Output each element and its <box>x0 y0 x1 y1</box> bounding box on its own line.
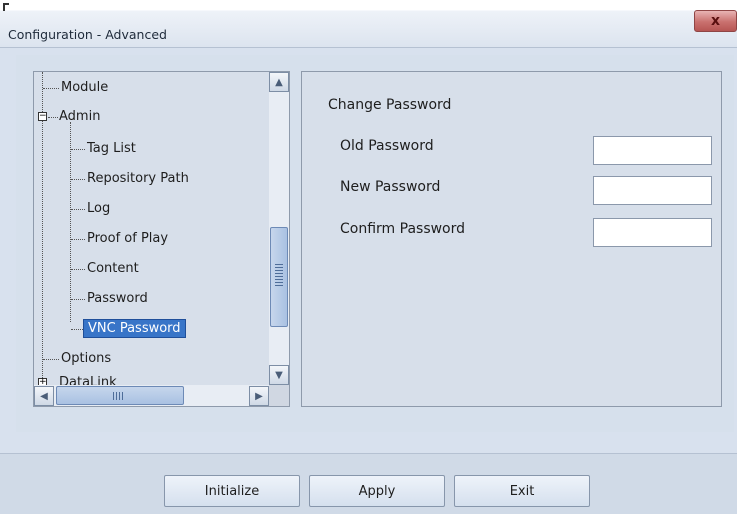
chevron-right-icon: ▶ <box>255 390 263 402</box>
tree-connector <box>71 209 85 210</box>
tree-node-log[interactable]: Log <box>87 199 110 219</box>
confirm-password-field[interactable] <box>593 218 712 247</box>
tree-connector <box>71 329 83 330</box>
chevron-up-icon: ▲ <box>275 76 283 88</box>
close-icon: x <box>710 13 721 29</box>
tree-connector <box>71 239 85 240</box>
expand-icon[interactable]: + <box>38 378 47 385</box>
tree-node-label: Module <box>61 80 109 95</box>
tree-node-label: Options <box>61 351 112 366</box>
scroll-left-button[interactable]: ◀ <box>34 386 54 406</box>
tree-node-proof-of-play[interactable]: Proof of Play <box>87 229 168 249</box>
confirm-password-label: Confirm Password <box>340 221 466 237</box>
horizontal-scroll-thumb[interactable] <box>56 386 184 405</box>
tree-node-admin[interactable]: Admin <box>59 107 100 127</box>
tree-connector <box>43 359 59 360</box>
tree-node-label: Content <box>87 261 139 276</box>
tree-node-label: Log <box>87 201 111 216</box>
section-title: Change Password <box>328 97 452 113</box>
tree-node-content[interactable]: Content <box>87 259 139 279</box>
tree-connector <box>71 179 85 180</box>
tree-node-module[interactable]: Module <box>61 78 108 98</box>
vertical-scroll-thumb[interactable] <box>270 227 288 327</box>
apply-button[interactable]: Apply <box>309 475 445 507</box>
close-button[interactable]: x <box>694 10 737 32</box>
configuration-window: Configuration - Advanced x Module − Admi… <box>0 0 737 514</box>
tree-node-label: VNC Password <box>83 319 186 338</box>
tree-connector <box>43 88 59 89</box>
tree-node-label: DataLink <box>59 375 117 385</box>
password-panel: Change Password Old Password New Passwor… <box>301 71 722 407</box>
tree-node-repository-path[interactable]: Repository Path <box>87 169 189 189</box>
exit-button[interactable]: Exit <box>454 475 590 507</box>
title-bar: Configuration - Advanced x <box>0 0 737 48</box>
tree-body: Module − Admin Tag List Repository Path … <box>34 72 269 385</box>
tree-node-label: Proof of Play <box>87 231 169 246</box>
initialize-button[interactable]: Initialize <box>164 475 300 507</box>
old-password-label: Old Password <box>340 138 434 154</box>
navigation-tree: Module − Admin Tag List Repository Path … <box>33 71 290 407</box>
old-password-field[interactable] <box>593 136 712 165</box>
scroll-right-button[interactable]: ▶ <box>249 386 269 406</box>
tree-admin-line <box>70 122 71 322</box>
tree-node-tag-list[interactable]: Tag List <box>87 139 136 159</box>
tree-node-label: Password <box>87 291 148 306</box>
tree-horizontal-scrollbar[interactable]: ◀ ▶ <box>34 385 269 406</box>
chevron-down-icon: ▼ <box>275 369 283 381</box>
scroll-down-button[interactable]: ▼ <box>269 365 289 385</box>
tree-connector <box>71 149 85 150</box>
grip-icon <box>113 392 125 400</box>
tree-node-label: Admin <box>59 109 101 124</box>
window-corner-icon <box>3 3 9 11</box>
window-title: Configuration - Advanced <box>8 27 167 42</box>
tree-connector <box>71 299 85 300</box>
tree-node-label: Repository Path <box>87 171 189 186</box>
collapse-icon[interactable]: − <box>38 112 47 121</box>
tree-node-vnc-password[interactable]: VNC Password <box>83 319 186 339</box>
tree-node-datalink[interactable]: DataLink <box>59 373 117 385</box>
tree-connector <box>71 269 85 270</box>
tree-connector <box>48 117 58 118</box>
tree-vertical-scrollbar[interactable]: ▲ ▼ <box>269 72 289 385</box>
tree-node-label: Tag List <box>87 141 136 156</box>
new-password-label: New Password <box>340 179 441 195</box>
new-password-field[interactable] <box>593 176 712 205</box>
scroll-corner <box>269 385 289 406</box>
grip-icon <box>275 264 283 286</box>
chevron-left-icon: ◀ <box>40 390 48 402</box>
tree-node-password[interactable]: Password <box>87 289 148 309</box>
scroll-up-button[interactable]: ▲ <box>269 72 289 92</box>
tree-node-options[interactable]: Options <box>61 349 111 369</box>
